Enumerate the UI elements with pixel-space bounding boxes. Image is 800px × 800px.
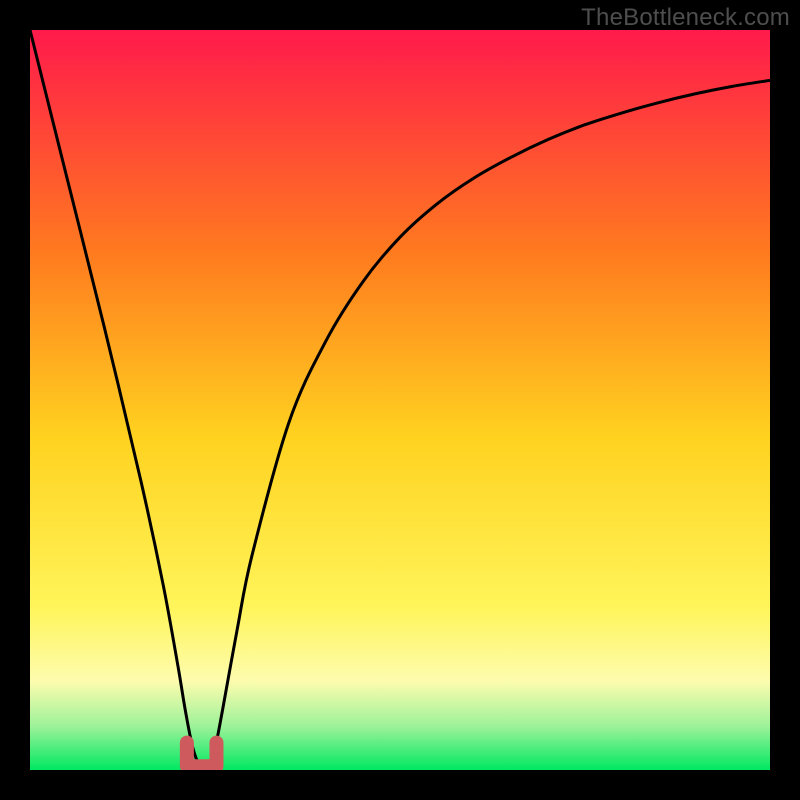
chart-frame: TheBottleneck.com: [0, 0, 800, 800]
gradient-background: [30, 30, 770, 770]
watermark-text: TheBottleneck.com: [581, 4, 790, 32]
plot-area: [30, 30, 770, 770]
bottleneck-chart: [30, 30, 770, 770]
